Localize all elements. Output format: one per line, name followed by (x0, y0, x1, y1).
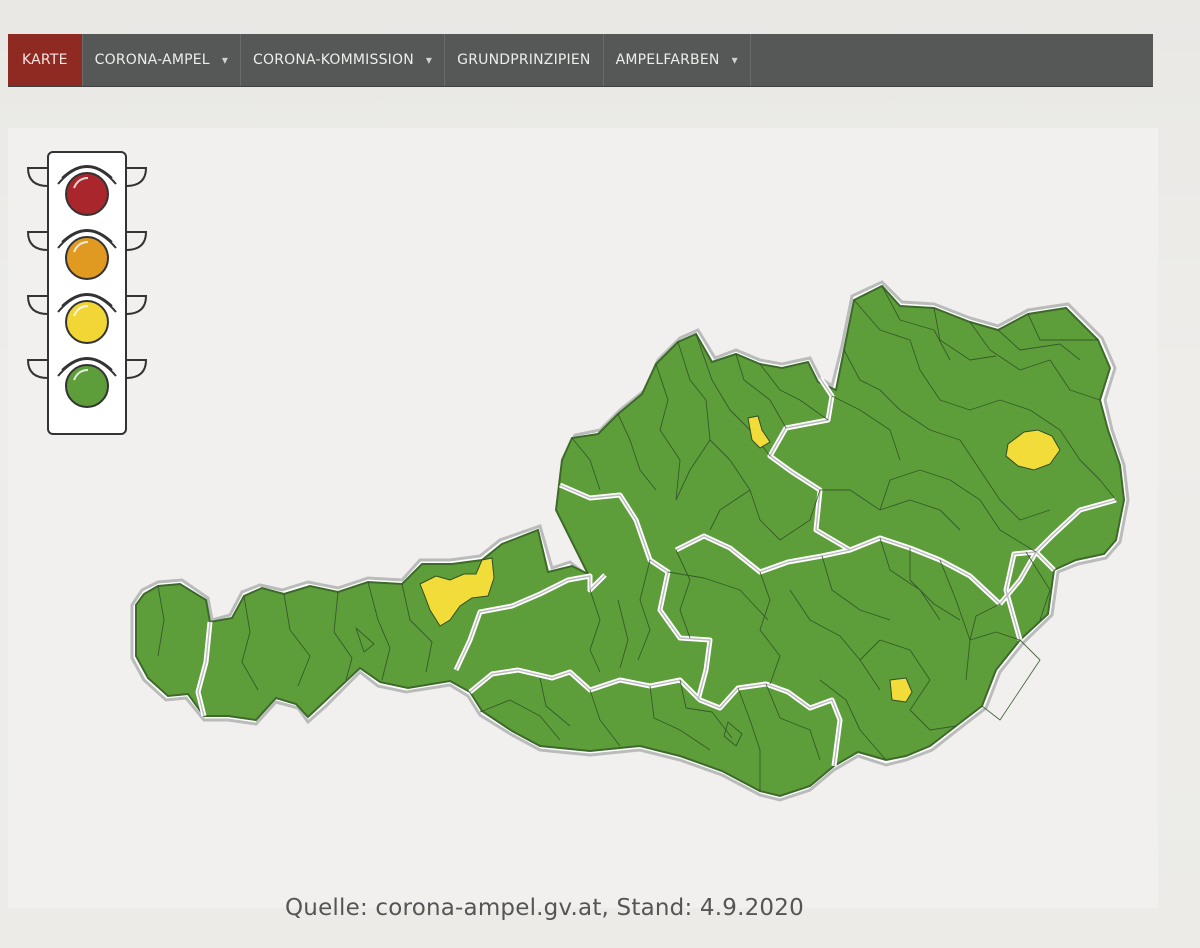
nav-item-label: CORONA-KOMMISSION (253, 52, 414, 68)
dropdown-caret-icon: ▾ (221, 53, 229, 67)
yellow-light-icon (65, 300, 109, 344)
main-navigation: KARTE CORONA-AMPEL ▾ CORONA-KOMMISSION ▾… (8, 34, 1153, 86)
nav-item-label: AMPELFARBEN (615, 52, 720, 68)
nav-item-corona-kommission[interactable]: CORONA-KOMMISSION ▾ (241, 34, 446, 86)
nav-item-karte[interactable]: KARTE (8, 34, 83, 86)
nav-item-label: KARTE (22, 52, 68, 68)
orange-light-icon (65, 236, 109, 280)
source-caption: Quelle: corona-ampel.gv.at, Stand: 4.9.2… (285, 895, 804, 921)
green-light-icon (65, 364, 109, 408)
dropdown-caret-icon: ▾ (425, 53, 433, 67)
dropdown-caret-icon: ▾ (731, 53, 738, 67)
nav-item-corona-ampel[interactable]: CORONA-AMPEL ▾ (83, 34, 242, 86)
nav-item-grundprinzipien[interactable]: GRUNDPRINZIPIEN (445, 34, 604, 86)
austria-district-map (130, 280, 1130, 802)
red-light-icon (65, 172, 109, 216)
nav-item-label: GRUNDPRINZIPIEN (457, 52, 591, 68)
nav-item-label: CORONA-AMPEL (94, 52, 210, 68)
nav-item-ampelfarben[interactable]: AMPELFARBEN ▾ (604, 34, 751, 86)
screen: KARTE CORONA-AMPEL ▾ CORONA-KOMMISSION ▾… (0, 0, 1200, 948)
